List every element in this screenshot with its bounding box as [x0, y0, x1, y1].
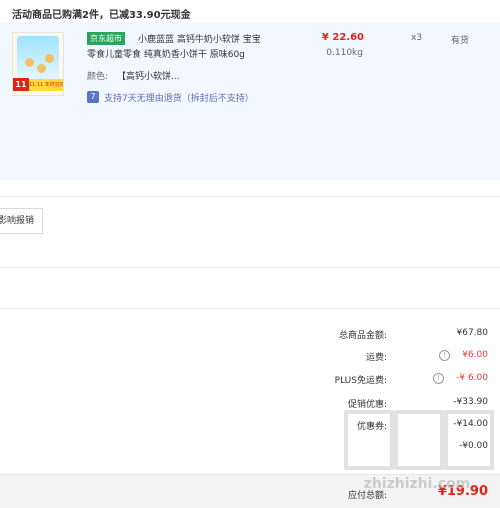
- product-package-image: [17, 36, 59, 80]
- promo-bar: 活动商品已购满2件，已减33.90元现金: [0, 0, 500, 22]
- color-label: 颜色:: [87, 72, 109, 82]
- shipping-value: ¥6.00: [462, 350, 488, 360]
- plus-shipping-value: -¥ 6.00: [456, 373, 488, 383]
- divider: [0, 308, 500, 309]
- total-bar: 应付总额: ¥19.90: [0, 474, 500, 508]
- color-value: 【高钙小软饼...: [117, 72, 180, 82]
- coupon-row: 优惠券: -¥14.00: [0, 419, 500, 433]
- product-quantity: x3: [411, 33, 423, 43]
- goods-total-value: ¥67.80: [456, 328, 489, 338]
- promo-discount-label: 促销优惠:: [347, 400, 387, 410]
- product-title-line1[interactable]: 小鹿蓝蓝 高钙牛奶小软饼 宝宝: [138, 32, 261, 45]
- coupon-value: -¥14.00: [453, 419, 488, 429]
- payable-label: 应付总额:: [347, 491, 387, 501]
- plus-shipping-label: PLUS免运费:: [334, 376, 387, 386]
- shipping-row: 运费: ! ¥6.00: [0, 350, 500, 364]
- promo-discount-value: -¥33.90: [453, 397, 488, 407]
- return-policy-text: 支持7天无理由退货（拆封后不支持）: [104, 94, 254, 104]
- divider: [0, 196, 500, 197]
- product-title-line2[interactable]: 零食儿童零食 纯真奶香小饼干 原味60g: [87, 47, 245, 60]
- stock-status: 有货: [451, 36, 470, 46]
- return-policy-icon: 7: [87, 91, 99, 103]
- double11-badge: 11: [13, 78, 29, 91]
- other-discount-value: -¥0.00: [458, 441, 488, 451]
- shipping-label: 运费:: [365, 353, 387, 363]
- product-thumbnail[interactable]: 11 11.11 年终狂欢: [12, 32, 64, 96]
- shipping-info-icon[interactable]: !: [439, 350, 450, 361]
- plus-shipping-row: PLUS免运费: ! -¥ 6.00: [0, 373, 500, 387]
- promo-strip: 11.11 年终狂欢: [29, 79, 63, 91]
- payable-total: ¥19.90: [437, 484, 488, 499]
- divider: [0, 267, 500, 268]
- promo-discount-row: 促销优惠: -¥33.90: [0, 397, 500, 411]
- product-weight: 0.110kg: [326, 48, 363, 58]
- product-price: ¥ 22.60: [321, 32, 364, 43]
- other-discount-row: -¥0.00: [0, 441, 500, 455]
- goods-total-label: 总商品金额:: [338, 331, 387, 341]
- goods-total-row: 总商品金额: ¥67.80: [0, 328, 500, 342]
- plus-info-icon[interactable]: !: [433, 373, 444, 384]
- coupon-label: 优惠券:: [356, 422, 387, 432]
- promo-text: 活动商品已购满2件，已减33.90元现金: [12, 10, 191, 21]
- report-button[interactable]: 影响报销: [0, 208, 44, 234]
- jd-supermarket-tag: 京东超市: [87, 32, 125, 45]
